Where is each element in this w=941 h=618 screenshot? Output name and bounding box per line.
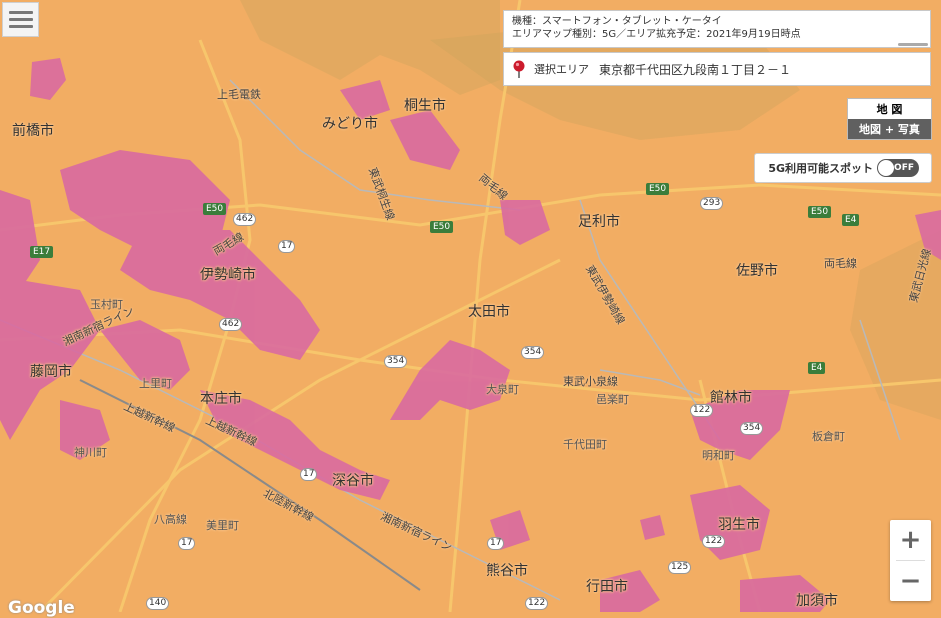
menu-button[interactable] xyxy=(2,2,39,37)
route-badge: 140 xyxy=(146,597,170,610)
selected-area-panel[interactable]: 選択エリア 東京都千代田区九段南１丁目２－１ xyxy=(503,52,931,86)
5g-spot-control[interactable]: 5G利用可能スポット OFF xyxy=(754,153,932,183)
city-label: 館林市 xyxy=(710,390,752,406)
rail-label: 八高線 xyxy=(154,513,187,526)
selected-area-address: 東京都千代田区九段南１丁目２－１ xyxy=(599,62,792,77)
city-label: 伊勢崎市 xyxy=(200,267,256,283)
route-badge: 122 xyxy=(690,404,714,417)
map-type-map-button[interactable]: 地 図 xyxy=(848,99,931,119)
city-label: 板倉町 xyxy=(812,430,845,443)
hamburger-icon xyxy=(8,11,33,14)
highway-badge: E50 xyxy=(808,206,832,218)
city-label: 桐生市 xyxy=(404,98,446,114)
coverage-map[interactable]: 前橋市 みどり市 桐生市 足利市 伊勢崎市 太田市 佐野市 玉村町 藤岡市 本庄… xyxy=(0,0,941,612)
route-badge: 17 xyxy=(487,537,505,550)
route-badge: 462 xyxy=(233,213,257,226)
city-label: 行田市 xyxy=(586,579,628,595)
5g-spot-label: 5G利用可能スポット xyxy=(768,162,873,175)
city-label: 上里町 xyxy=(139,377,172,390)
city-label: 前橋市 xyxy=(12,123,54,139)
city-label: 本庄市 xyxy=(200,391,242,407)
route-badge: 17 xyxy=(278,240,296,253)
toggle-state: OFF xyxy=(894,163,914,173)
highway-badge: E50 xyxy=(203,203,227,215)
zoom-in-button[interactable]: + xyxy=(890,520,931,560)
highway-badge: E17 xyxy=(30,246,54,258)
city-label: 大泉町 xyxy=(486,383,519,396)
device-type: 機種：スマートフォン・タブレット・ケータイ xyxy=(512,16,722,27)
city-label: 藤岡市 xyxy=(30,364,72,380)
route-badge: 17 xyxy=(178,537,196,550)
info-panel: 機種：スマートフォン・タブレット・ケータイ エリアマップ種別：5G／エリア拡充予… xyxy=(503,10,931,48)
route-badge: 293 xyxy=(700,197,724,210)
highway-badge: E50 xyxy=(430,221,454,233)
route-badge: 122 xyxy=(702,535,726,548)
google-logo: Google xyxy=(8,598,75,618)
city-label: 神川町 xyxy=(74,446,107,459)
route-badge: 462 xyxy=(219,318,243,331)
city-label: 熊谷市 xyxy=(486,563,528,579)
city-label: みどり市 xyxy=(322,116,378,132)
route-badge: 17 xyxy=(300,468,318,481)
zoom-out-button[interactable]: − xyxy=(890,561,931,601)
city-label: 加須市 xyxy=(796,593,838,609)
rail-label: 上毛電鉄 xyxy=(217,88,261,101)
scrollbar[interactable] xyxy=(898,43,928,46)
route-badge: 125 xyxy=(668,561,692,574)
map-type-date: エリアマップ種別：5G／エリア拡充予定：2021年9月19日時点 xyxy=(512,29,801,40)
zoom-control[interactable]: + − xyxy=(890,520,931,601)
city-label: 美里町 xyxy=(206,519,239,532)
map-pin-icon xyxy=(512,60,526,78)
city-label: 羽生市 xyxy=(718,517,760,533)
route-badge: 354 xyxy=(740,422,764,435)
city-label: 邑楽町 xyxy=(596,393,629,406)
map-type-switch[interactable]: 地 図 地図 + 写真 xyxy=(847,98,932,140)
selected-area-label: 選択エリア xyxy=(534,63,589,76)
rail-label: 両毛線 xyxy=(824,257,857,270)
map-type-satellite-button[interactable]: 地図 + 写真 xyxy=(848,119,931,139)
route-badge: 354 xyxy=(521,346,545,359)
highway-badge: E50 xyxy=(646,183,670,195)
route-badge: 354 xyxy=(384,355,408,368)
highway-badge: E4 xyxy=(842,214,860,226)
city-label: 佐野市 xyxy=(736,263,778,279)
city-label: 千代田町 xyxy=(563,438,607,451)
city-label: 足利市 xyxy=(578,214,620,230)
rail-label: 東武小泉線 xyxy=(563,375,618,388)
highway-badge: E4 xyxy=(808,362,826,374)
route-badge: 122 xyxy=(525,597,549,610)
city-label: 明和町 xyxy=(702,449,735,462)
5g-spot-toggle[interactable]: OFF xyxy=(877,159,919,177)
city-label: 深谷市 xyxy=(332,473,374,489)
city-label: 太田市 xyxy=(468,304,510,320)
